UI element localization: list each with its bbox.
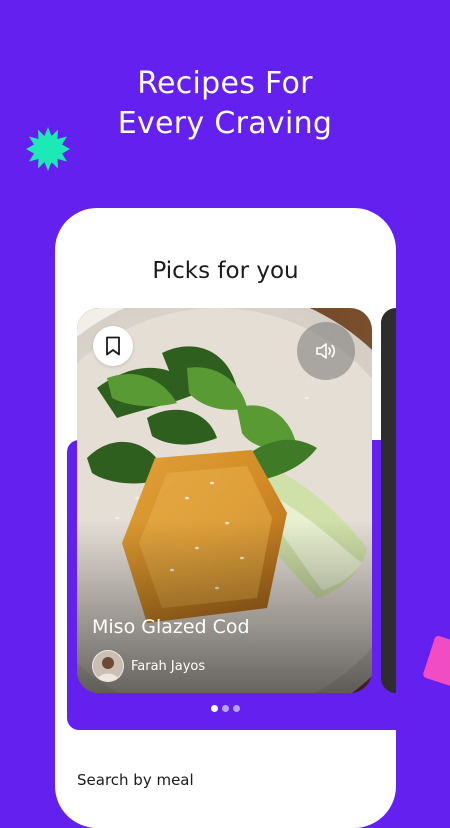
phone-screen: Picks for you Miso Glazed Cod Farah Jayo… — [55, 208, 396, 828]
next-recipe-card-peek[interactable] — [381, 308, 396, 693]
sound-toggle-button[interactable] — [297, 322, 355, 380]
section-title-picks: Picks for you — [152, 258, 299, 284]
pagination-dot[interactable] — [211, 705, 218, 712]
bookmark-button[interactable] — [93, 326, 133, 366]
featured-recipe-card[interactable]: Miso Glazed Cod Farah Jayos — [77, 308, 372, 693]
bookmark-icon — [106, 336, 120, 356]
search-by-meal-heading: Search by meal — [77, 771, 194, 789]
pink-decoration-shape — [422, 634, 450, 690]
recipe-author[interactable]: Farah Jayos — [92, 650, 205, 682]
carousel-pagination — [55, 705, 396, 712]
pagination-dot[interactable] — [233, 705, 240, 712]
starburst-decoration-icon — [26, 127, 70, 171]
volume-icon — [316, 343, 336, 359]
pagination-dot[interactable] — [222, 705, 229, 712]
headline-line-1: Recipes For — [137, 66, 313, 101]
author-name: Farah Jayos — [131, 658, 206, 674]
author-avatar — [92, 650, 124, 682]
recipe-title[interactable]: Miso Glazed Cod — [92, 616, 250, 638]
